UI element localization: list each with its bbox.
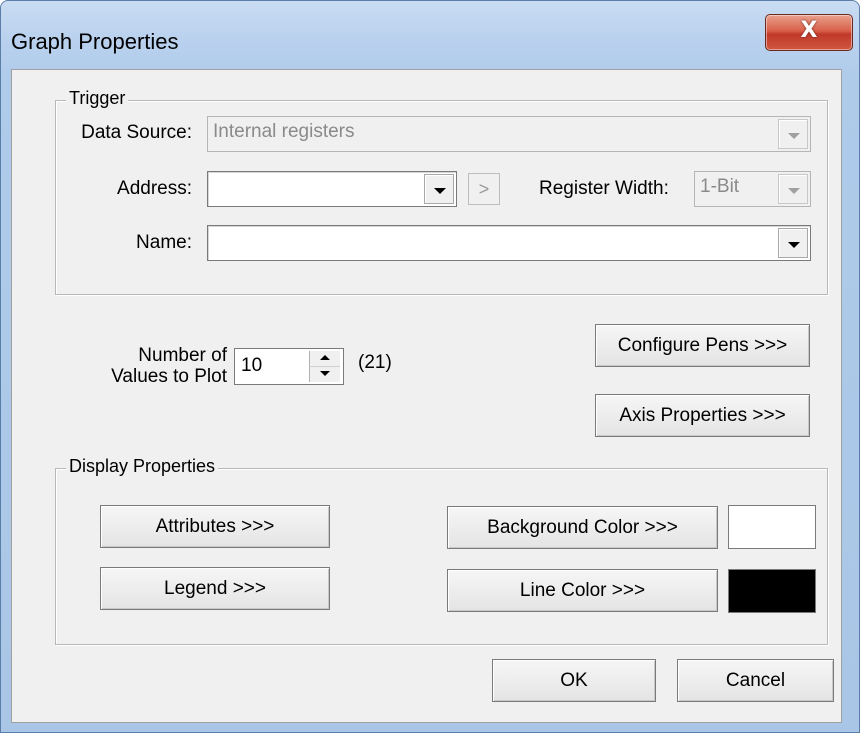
line-color-swatch[interactable] bbox=[728, 569, 816, 613]
address-dropdown[interactable] bbox=[207, 171, 457, 207]
configure-pens-button[interactable]: Configure Pens >>> bbox=[595, 324, 810, 367]
number-of-values-label-line2: Values to Plot bbox=[111, 366, 227, 387]
register-width-label: Register Width: bbox=[539, 178, 669, 199]
attributes-label: Attributes >>> bbox=[155, 516, 275, 537]
close-button[interactable]: X bbox=[765, 14, 853, 51]
cancel-label: Cancel bbox=[725, 670, 786, 691]
address-browse-button: > bbox=[468, 173, 500, 205]
display-properties-group bbox=[55, 468, 828, 645]
background-color-label: Background Color >>> bbox=[487, 517, 678, 538]
name-label: Name: bbox=[136, 232, 192, 253]
configure-pens-label: Configure Pens >>> bbox=[617, 335, 788, 356]
data-source-label: Data Source: bbox=[81, 122, 192, 143]
name-dropdown[interactable] bbox=[207, 225, 811, 261]
number-of-values-label-line1: Number of bbox=[138, 345, 227, 366]
caret-down-icon bbox=[320, 371, 330, 376]
data-source-value: Internal registers bbox=[213, 121, 355, 142]
chevron-down-icon bbox=[788, 133, 800, 139]
graph-properties-window: Graph Properties X Trigger Data Source: … bbox=[0, 0, 860, 733]
name-dropdown-button[interactable] bbox=[778, 228, 808, 258]
register-width-dropdown-button bbox=[778, 174, 808, 204]
register-width-dropdown: 1-Bit bbox=[694, 171, 811, 207]
cancel-button[interactable]: Cancel bbox=[677, 659, 834, 702]
address-dropdown-button[interactable] bbox=[424, 174, 454, 204]
attributes-button[interactable]: Attributes >>> bbox=[100, 505, 330, 548]
legend-button[interactable]: Legend >>> bbox=[100, 567, 330, 610]
window-title: Graph Properties bbox=[11, 29, 179, 54]
ok-label: OK bbox=[560, 670, 588, 691]
caret-up-icon bbox=[320, 355, 330, 360]
data-source-dropdown-button bbox=[778, 119, 808, 149]
background-color-button[interactable]: Background Color >>> bbox=[447, 506, 718, 549]
number-of-values-stepper[interactable]: 10 bbox=[234, 348, 344, 385]
chevron-down-icon bbox=[788, 242, 800, 248]
background-color-swatch[interactable] bbox=[728, 505, 816, 549]
dialog-client-area: Trigger Data Source: Internal registers … bbox=[11, 69, 842, 723]
ok-button[interactable]: OK bbox=[492, 659, 656, 702]
register-width-value: 1-Bit bbox=[700, 176, 740, 197]
chevron-down-icon bbox=[434, 188, 446, 194]
number-of-values-input[interactable]: 10 bbox=[241, 355, 262, 377]
trigger-group-title: Trigger bbox=[66, 88, 129, 109]
close-icon: X bbox=[800, 18, 818, 43]
address-label: Address: bbox=[117, 178, 192, 199]
spin-up-button[interactable] bbox=[309, 351, 340, 367]
values-count-note: (21) bbox=[358, 352, 392, 373]
axis-properties-button[interactable]: Axis Properties >>> bbox=[595, 394, 810, 437]
line-color-label: Line Color >>> bbox=[519, 580, 646, 601]
display-properties-title: Display Properties bbox=[66, 456, 219, 477]
chevron-right-icon: > bbox=[478, 179, 490, 199]
line-color-button[interactable]: Line Color >>> bbox=[447, 569, 718, 612]
chevron-down-icon bbox=[788, 188, 800, 194]
spin-down-button[interactable] bbox=[309, 367, 340, 382]
axis-properties-label: Axis Properties >>> bbox=[619, 405, 786, 426]
data-source-dropdown: Internal registers bbox=[207, 116, 811, 152]
legend-label: Legend >>> bbox=[164, 578, 266, 599]
